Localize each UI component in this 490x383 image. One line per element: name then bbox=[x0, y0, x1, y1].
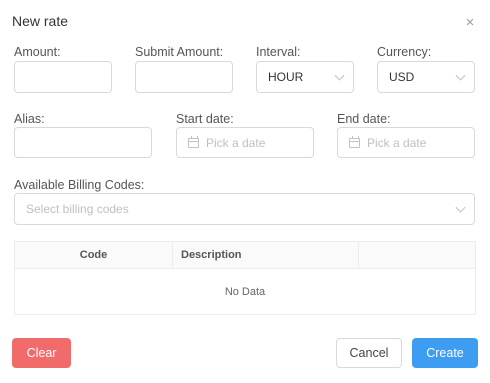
chevron-down-icon bbox=[334, 70, 345, 81]
empty-table-text: No Data bbox=[224, 286, 266, 298]
billing-codes-table: Code Description No Data bbox=[14, 241, 476, 315]
currency-value: USD bbox=[389, 70, 415, 84]
create-button[interactable]: Create bbox=[412, 338, 478, 368]
currency-label: Currency: bbox=[377, 45, 432, 59]
chevron-down-icon bbox=[455, 70, 466, 81]
cancel-button[interactable]: Cancel bbox=[336, 338, 402, 368]
clear-button[interactable]: Clear bbox=[12, 338, 71, 368]
column-header-actions bbox=[358, 242, 476, 269]
amount-input[interactable] bbox=[14, 61, 112, 93]
currency-select[interactable]: USD bbox=[377, 61, 475, 93]
calendar-icon bbox=[349, 135, 360, 148]
alias-input[interactable] bbox=[14, 127, 152, 158]
dialog-title: New rate bbox=[12, 13, 69, 29]
end-date-placeholder: Pick a date bbox=[367, 135, 427, 150]
column-header-description: Description bbox=[172, 242, 358, 269]
start-date-picker[interactable]: Pick a date bbox=[176, 127, 314, 158]
start-date-placeholder: Pick a date bbox=[206, 135, 266, 150]
billing-codes-placeholder: Select billing codes bbox=[26, 202, 129, 216]
chevron-down-icon bbox=[455, 202, 466, 213]
amount-label: Amount: bbox=[14, 45, 61, 59]
start-date-label: Start date: bbox=[176, 112, 234, 126]
submit-amount-label: Submit Amount: bbox=[135, 45, 224, 59]
end-date-picker[interactable]: Pick a date bbox=[337, 127, 475, 158]
interval-label: Interval: bbox=[256, 45, 301, 59]
close-icon[interactable]: × bbox=[464, 15, 476, 30]
column-header-code: Code bbox=[79, 249, 108, 261]
alias-label: Alias: bbox=[14, 112, 45, 126]
billing-codes-select[interactable]: Select billing codes bbox=[14, 193, 475, 225]
end-date-label: End date: bbox=[337, 112, 391, 126]
interval-value: HOUR bbox=[268, 70, 304, 84]
billing-codes-label: Available Billing Codes: bbox=[14, 178, 145, 192]
table-header: Code Description bbox=[15, 242, 475, 269]
submit-amount-input[interactable] bbox=[135, 61, 233, 93]
interval-select[interactable]: HOUR bbox=[256, 61, 354, 93]
calendar-icon bbox=[188, 135, 199, 148]
